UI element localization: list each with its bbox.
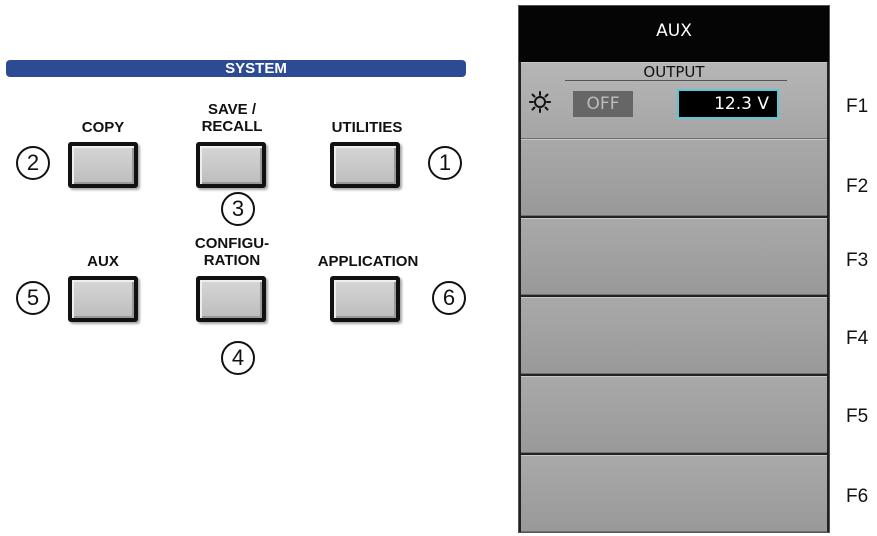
sun-icon	[529, 91, 551, 113]
copy-key[interactable]	[68, 142, 138, 188]
callout-utilities: 1	[428, 146, 462, 180]
save-recall-key-label-line2: RECALL	[201, 118, 263, 135]
save-recall-key-label-line1: SAVE /	[207, 101, 257, 118]
aux-menu: AUX OUTPUT OFF 12.3 V	[518, 5, 830, 533]
aux-key[interactable]	[68, 276, 138, 322]
aux-key-label: AUX	[87, 253, 119, 270]
output-toggle[interactable]: OFF	[573, 91, 633, 117]
application-key-label: APPLICATION	[317, 253, 419, 270]
fkey-label-f5: F5	[846, 406, 869, 427]
callout-aux: 5	[16, 281, 50, 315]
utilities-key[interactable]	[330, 142, 400, 188]
aux-menu-title: AUX	[519, 6, 829, 62]
softkey-3[interactable]	[521, 218, 827, 295]
fkey-label-f6: F6	[846, 486, 869, 507]
fkey-label-f1: F1	[846, 96, 869, 117]
save-recall-key[interactable]	[196, 142, 266, 188]
output-divider	[565, 80, 787, 81]
softkey-output[interactable]: OUTPUT OFF 12.3 V	[521, 62, 827, 139]
fkey-label-f3: F3	[846, 250, 869, 271]
application-key[interactable]	[330, 276, 400, 322]
output-voltage-field[interactable]: 12.3 V	[677, 89, 779, 119]
configuration-key-label-line1: CONFIGU-	[194, 235, 270, 252]
output-title: OUTPUT	[643, 63, 705, 81]
softkey-4[interactable]	[521, 297, 827, 374]
utilities-key-label: UTILITIES	[331, 119, 403, 136]
copy-key-label: COPY	[81, 119, 125, 136]
fkey-label-f2: F2	[846, 176, 869, 197]
configuration-key[interactable]	[196, 276, 266, 322]
system-header-bar: SYSTEM	[6, 60, 466, 77]
callout-save-recall: 3	[221, 192, 255, 226]
softkey-2[interactable]	[521, 139, 827, 216]
configuration-key-label-line2: RATION	[203, 252, 261, 269]
fkey-label-f4: F4	[846, 328, 869, 349]
softkey-5[interactable]	[521, 376, 827, 453]
callout-copy: 2	[16, 146, 50, 180]
softkey-6[interactable]	[521, 455, 827, 532]
callout-configuration: 4	[221, 341, 255, 375]
callout-application: 6	[432, 281, 466, 315]
system-title: SYSTEM	[225, 60, 287, 77]
